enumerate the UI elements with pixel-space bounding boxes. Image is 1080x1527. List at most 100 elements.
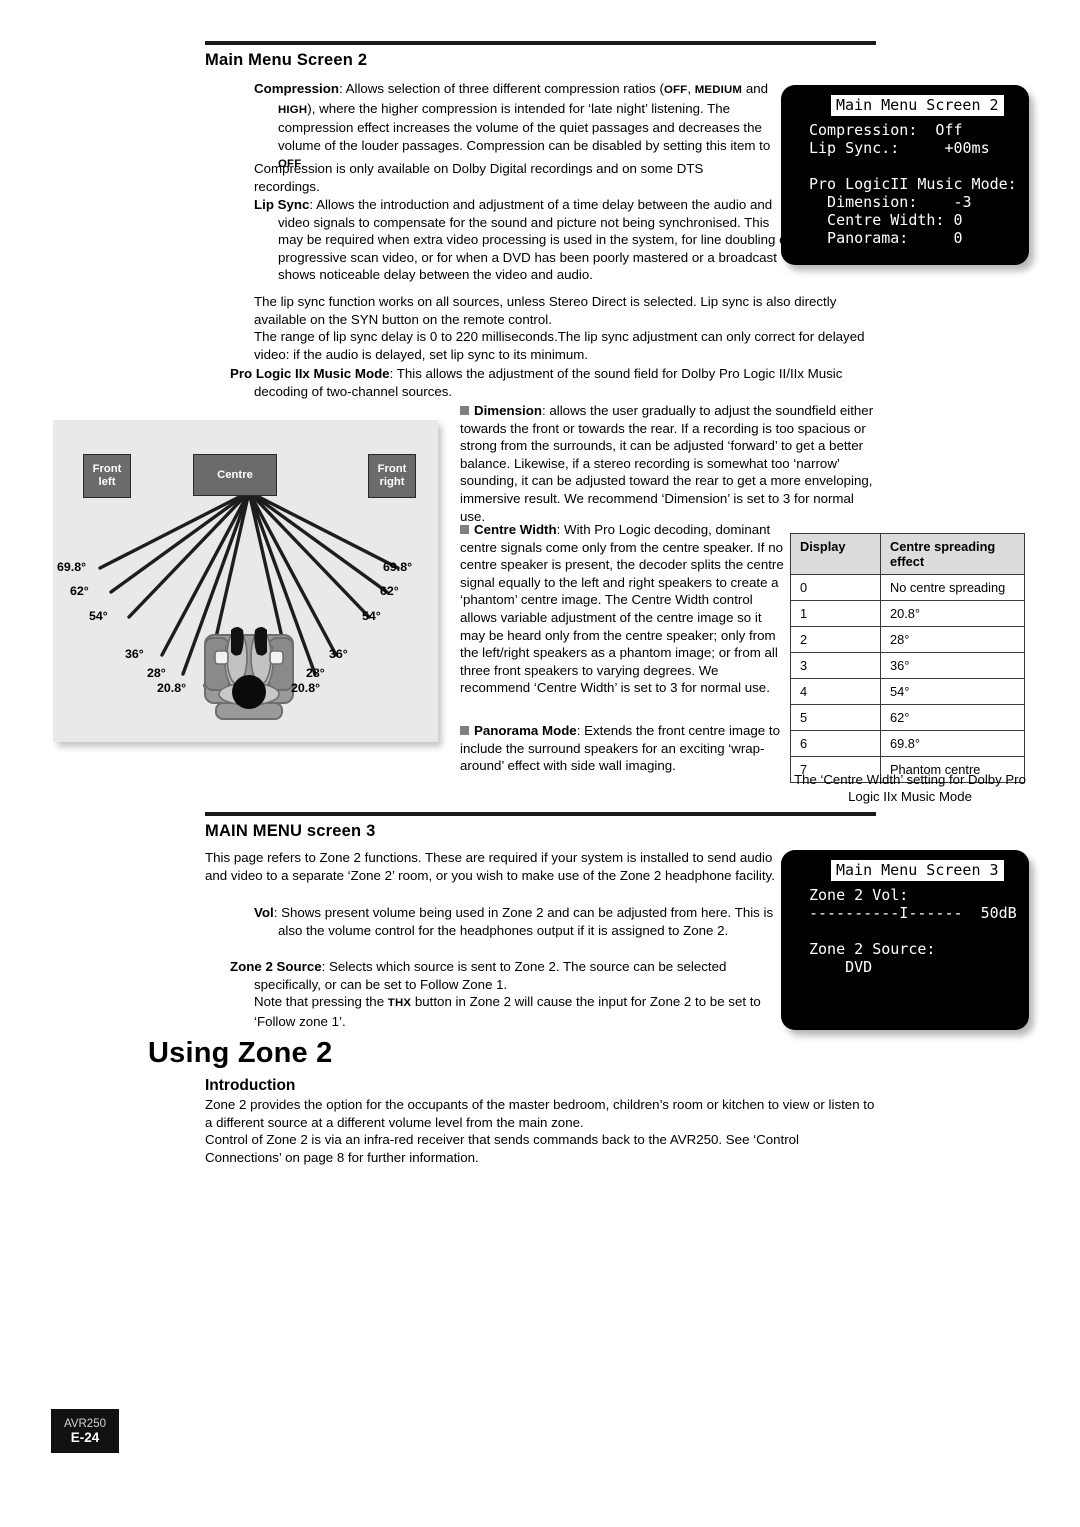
paragraph-lip-sync: Lip Sync: Allows the introduction and ad… <box>254 196 793 284</box>
osd3-line-zone2-vol: Zone 2 Vol: <box>809 886 909 904</box>
angle-label-right-3: 54° <box>362 609 381 623</box>
zone2-source-body-1: : Selects which source is sent to Zone 2… <box>254 959 727 992</box>
heading-main-menu-screen-2: Main Menu Screen 2 <box>205 51 368 69</box>
compression-availability-text: Compression is only available on Dolby D… <box>254 161 704 194</box>
thx-note-body-a: Note that pressing the <box>254 994 388 1009</box>
angle-label-right-1: 69.8° <box>383 560 413 574</box>
angle-label-right-6: 20.8° <box>291 681 321 695</box>
table-cell-display: 2 <box>790 626 881 653</box>
bullet-square-icon-dimension <box>460 406 469 415</box>
angle-label-left-5: 28° <box>147 666 166 680</box>
paragraph-zone2-control: Control of Zone 2 is via an infra-red re… <box>205 1131 875 1166</box>
manual-page: Main Menu Screen 2 Compression: Allows s… <box>0 0 1080 1527</box>
lip-sync-sources-text: The lip sync function works on all sourc… <box>254 294 837 327</box>
bullet-panorama: Panorama Mode: Extends the front centre … <box>460 722 785 775</box>
osd2-line-compression: Compression: Off <box>809 121 963 139</box>
paragraph-compression-availability: Compression is only available on Dolby D… <box>254 160 769 195</box>
paragraph-lip-sync-range: The range of lip sync delay is 0 to 220 … <box>254 328 874 363</box>
speaker-front-right-label: Front right <box>377 463 407 488</box>
speaker-angle-diagram: Front left Centre Front right 69.8° 62° … <box>53 420 438 742</box>
subheading-introduction: Introduction <box>205 1077 296 1094</box>
option-medium: MEDIUM <box>694 84 743 96</box>
table-row: 1 20.8° <box>790 600 1025 627</box>
centre-width-body: : With Pro Logic decoding, dominant cent… <box>460 522 784 696</box>
table-cell-display: 1 <box>790 600 881 627</box>
table-cell-display: 3 <box>790 652 881 679</box>
angle-label-left-6: 20.8° <box>157 681 187 695</box>
vol-body: : Shows present volume being used in Zon… <box>273 905 774 938</box>
table-row: 5 62° <box>790 704 1025 731</box>
paragraph-zone2-thx-note: Note that pressing the THX button in Zon… <box>254 993 769 1030</box>
table-row: 4 54° <box>790 678 1025 705</box>
section-rule-top <box>205 41 876 45</box>
paragraph-zone2-source: Zone 2 Source: Selects which source is s… <box>230 958 794 993</box>
angle-label-right-5: 28° <box>306 666 325 680</box>
table-cell-display: 6 <box>790 730 881 757</box>
angle-label-right-2: 62° <box>380 584 399 598</box>
table-caption: The ‘Centre Width’ setting for Dolby Pro… <box>794 772 1026 804</box>
table-row: 3 36° <box>790 652 1025 679</box>
dimension-body: : allows the user gradually to adjust th… <box>460 403 874 524</box>
table-cell-effect: 28° <box>880 626 1025 653</box>
bullet-dimension: Dimension: allows the user gradually to … <box>460 402 878 525</box>
table-cell-effect: 20.8° <box>880 600 1025 627</box>
speaker-centre-label: Centre <box>217 468 253 481</box>
angle-label-left-4: 36° <box>125 647 144 661</box>
zone2-control-text: Control of Zone 2 is via an infra-red re… <box>205 1132 799 1165</box>
bullet-square-icon-panorama <box>460 726 469 735</box>
table-row: 2 28° <box>790 626 1025 653</box>
term-vol: Vol <box>254 905 274 920</box>
term-lip-sync: Lip Sync <box>254 197 310 212</box>
angle-label-left-3: 54° <box>89 609 108 623</box>
term-zone2-source: Zone 2 Source <box>230 959 322 974</box>
zone2-intro-text: This page refers to Zone 2 functions. Th… <box>205 850 775 883</box>
paragraph-pro-logic-iix: Pro Logic IIx Music Mode: This allows th… <box>230 365 899 400</box>
osd3-volume-bar: ----------I------ 50dB <box>809 904 1017 922</box>
angle-label-left-1: 69.8° <box>57 560 87 574</box>
compression-body-3: ), where the higher compression is inten… <box>278 100 771 153</box>
table-header-display: Display <box>790 533 881 575</box>
listener-armchair-icon <box>204 627 294 720</box>
table-cell-effect: 54° <box>880 678 1025 705</box>
compression-sep-1: , <box>687 81 695 96</box>
paragraph-lip-sync-sources: The lip sync function works on all sourc… <box>254 293 874 328</box>
table-row: 6 69.8° <box>790 730 1025 757</box>
speaker-front-left-label: Front left <box>92 463 122 488</box>
paragraph-zone2-intro: This page refers to Zone 2 functions. Th… <box>205 849 775 884</box>
button-thx-label: THX <box>387 997 412 1009</box>
section-rule-main-menu-3 <box>205 812 876 816</box>
table-cell-display: 5 <box>790 704 881 731</box>
table-cell-display: 0 <box>790 574 881 601</box>
table-header-row: Display Centre spreading effect <box>790 533 1025 575</box>
lip-sync-range-text: The range of lip sync delay is 0 to 220 … <box>254 329 865 362</box>
speaker-centre: Centre <box>193 454 277 496</box>
centre-spreading-table: Display Centre spreading effect 0 No cen… <box>790 533 1025 783</box>
table-cell-effect: 36° <box>880 652 1025 679</box>
footer-page-badge: AVR250 E-24 <box>51 1409 119 1453</box>
table-cell-effect: 62° <box>880 704 1025 731</box>
osd2-line-centre-width: Centre Width: 0 <box>809 211 963 229</box>
heading-using-zone-2: Using Zone 2 <box>148 1037 333 1069</box>
speaker-front-right: Front right <box>368 454 416 498</box>
osd3-line-zone2-source: Zone 2 Source: <box>809 940 936 958</box>
osd2-line-lip-sync: Lip Sync.: +00ms <box>809 139 990 157</box>
angle-label-left-2: 62° <box>70 584 89 598</box>
angle-label-right-4: 36° <box>329 647 348 661</box>
table-cell-effect: 69.8° <box>880 730 1025 757</box>
speaker-front-left: Front left <box>83 454 131 498</box>
osd2-title: Main Menu Screen 2 <box>831 95 1004 116</box>
term-centre-width: Centre Width <box>474 522 557 537</box>
table-cell-effect: No centre spreading <box>880 574 1025 601</box>
zone2-provides-text: Zone 2 provides the option for the occup… <box>205 1097 875 1130</box>
heading-main-menu-screen-3: MAIN MENU screen 3 <box>205 822 376 840</box>
osd2-line-dimension: Dimension: -3 <box>809 193 972 211</box>
option-high: HIGH <box>278 103 308 116</box>
osd3-line-source-value: DVD <box>809 958 873 976</box>
bullet-centre-width: Centre Width: With Pro Logic decoding, d… <box>460 521 785 697</box>
osd-main-menu-screen-3: Main Menu Screen 3 Zone 2 Vol: ---------… <box>781 850 1029 1030</box>
option-off-1: OFF <box>663 84 688 96</box>
footer-page-number: E-24 <box>70 1430 100 1445</box>
footer-model: AVR250 <box>64 1418 106 1430</box>
osd2-line-panorama: Panorama: 0 <box>809 229 963 247</box>
term-dimension: Dimension <box>474 403 542 418</box>
